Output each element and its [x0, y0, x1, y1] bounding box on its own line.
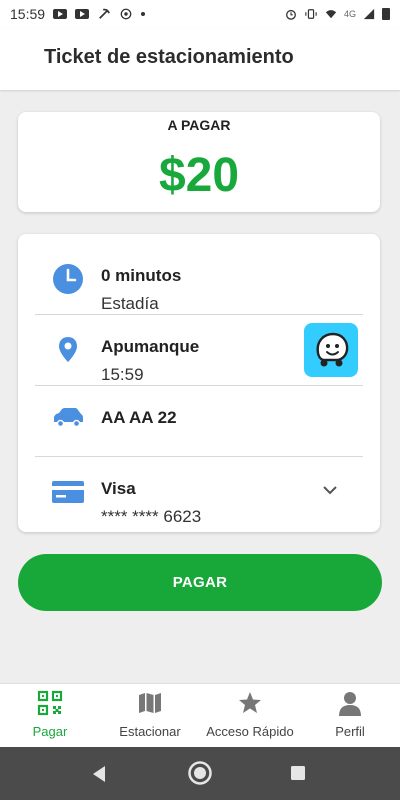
page-title: Ticket de estacionamiento [44, 46, 294, 68]
bottom-navigation: Pagar Estacionar Acceso Rápido Perfil [0, 683, 400, 748]
license-plate: AA AA 22 [101, 408, 177, 427]
location-pin-icon [59, 337, 77, 362]
duration-row: 0 minutos Estadía [35, 244, 363, 315]
pickaxe-icon [99, 8, 110, 19]
network-type: 4G [343, 9, 356, 19]
system-navigation-bar [0, 747, 400, 800]
star-icon [239, 692, 261, 713]
status-time: 15:59 [10, 6, 46, 22]
recents-icon[interactable] [290, 765, 306, 781]
nav-item-perfil[interactable]: Perfil [300, 684, 400, 748]
youtube-notification-icon [53, 9, 68, 19]
location-name: Apumanque [101, 337, 200, 356]
waze-icon [316, 332, 349, 367]
duration-label: Estadía [101, 294, 159, 313]
payment-method-row[interactable]: Visa **** **** 6623 [35, 457, 363, 527]
car-icon [54, 408, 83, 428]
card-brand: Visa [101, 479, 136, 498]
signal-icon [363, 8, 375, 20]
nav-label-perfil: Perfil [335, 724, 365, 739]
podcast-icon [120, 8, 132, 20]
qr-code-icon [37, 690, 63, 716]
wifi-icon [325, 10, 337, 19]
entry-time: 15:59 [101, 365, 144, 384]
nav-item-pagar[interactable]: Pagar [0, 684, 100, 748]
card-number: **** **** 6623 [101, 507, 202, 526]
map-icon [139, 693, 161, 713]
chevron-down-icon[interactable] [321, 484, 339, 496]
waze-button[interactable] [304, 323, 358, 377]
status-bar: 15:59 4G [0, 0, 400, 28]
credit-card-icon [52, 481, 84, 503]
battery-icon [382, 8, 390, 20]
duration-value: 0 minutos [101, 266, 182, 285]
nav-item-estacionar[interactable]: Estacionar [100, 684, 200, 748]
app-bar: Ticket de estacionamiento [0, 28, 400, 90]
nav-item-acceso-rapido[interactable]: Acceso Rápido [200, 684, 300, 748]
vehicle-row[interactable]: AA AA 22 [35, 386, 363, 457]
alarm-icon [286, 9, 296, 20]
person-icon [339, 692, 361, 716]
more-notifications-dot [141, 12, 146, 16]
nav-label-pagar: Pagar [32, 724, 68, 739]
nav-label-estacionar: Estacionar [119, 724, 181, 739]
clock-icon [53, 264, 83, 294]
back-icon[interactable] [90, 764, 108, 784]
status-bar-right: 4G [284, 8, 390, 20]
amount-label: A PAGAR [167, 117, 231, 133]
pay-button[interactable]: PAGAR [18, 554, 382, 611]
home-icon[interactable] [187, 760, 213, 786]
youtube-notification-icon-2 [75, 9, 90, 19]
status-bar-left: 15:59 [10, 6, 146, 22]
ticket-details-card: 0 minutos Estadía Apumanque 15:59 AA AA … [18, 234, 380, 532]
vibrate-icon [305, 9, 317, 19]
amount-card: A PAGAR $20 [18, 112, 380, 212]
amount-value: $20 [158, 149, 240, 202]
nav-label-acceso-rapido: Acceso Rápido [206, 724, 294, 739]
